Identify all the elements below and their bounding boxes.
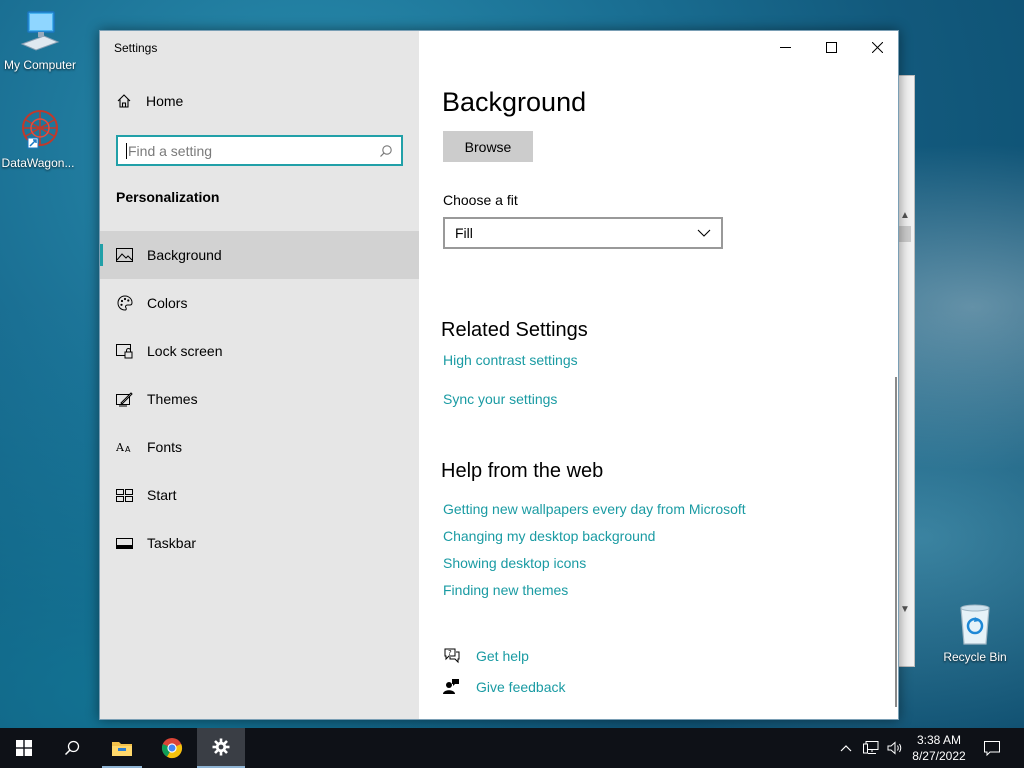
desktop-icon-label: DataWagon... <box>1 156 75 170</box>
settings-content: Background Browse Choose a fit Fill Rela… <box>419 31 898 719</box>
link-changing-desktop-background[interactable]: Changing my desktop background <box>443 528 655 544</box>
nav-list: Background Colors Lock screen Themes A A… <box>100 231 419 567</box>
themes-icon <box>116 391 133 408</box>
nav-item-label: Colors <box>147 295 188 311</box>
start-button[interactable] <box>0 728 48 768</box>
search-icon <box>64 740 80 756</box>
picture-icon <box>116 247 133 264</box>
action-center-button[interactable] <box>980 728 1004 768</box>
link-showing-desktop-icons[interactable]: Showing desktop icons <box>443 555 586 571</box>
scrollbar-thumb[interactable] <box>899 226 911 242</box>
link-sync-your-settings[interactable]: Sync your settings <box>443 391 557 407</box>
desktop-icon-label: My Computer <box>3 58 77 72</box>
palette-icon <box>116 295 133 312</box>
notification-icon <box>984 740 1000 756</box>
desktop-icon-label: Recycle Bin <box>943 650 1007 664</box>
related-settings-heading: Related Settings <box>441 319 588 341</box>
browse-button[interactable]: Browse <box>443 131 533 162</box>
nav-item-themes[interactable]: Themes <box>100 375 419 423</box>
nav-item-background[interactable]: Background <box>100 231 419 279</box>
fonts-icon: AA <box>116 439 133 456</box>
give-feedback-label: Give feedback <box>476 678 566 695</box>
recycle-bin-icon <box>960 604 990 645</box>
desktop-icon-my-computer[interactable]: My Computer <box>0 10 80 72</box>
content-scrollbar[interactable] <box>895 377 897 707</box>
nav-item-fonts[interactable]: AA Fonts <box>100 423 419 471</box>
taskbar-settings[interactable] <box>197 728 245 768</box>
search-icon[interactable] <box>379 144 393 158</box>
network-tray-icon[interactable] <box>860 728 882 768</box>
nav-item-label: Lock screen <box>147 343 223 359</box>
nav-item-colors[interactable]: Colors <box>100 279 419 327</box>
folder-icon <box>112 742 132 756</box>
clock-date: 8/27/2022 <box>912 749 966 763</box>
scroll-down-arrow-icon[interactable]: ▼ <box>900 604 910 615</box>
give-feedback-icon <box>443 679 459 694</box>
taskbar-icon <box>116 535 133 552</box>
help-from-web-heading: Help from the web <box>441 460 604 482</box>
link-new-wallpapers[interactable]: Getting new wallpapers every day from Mi… <box>443 501 746 517</box>
nav-home-label: Home <box>146 93 184 109</box>
taskbar: 3:38 AM 8/27/2022 <box>0 728 1024 768</box>
nav-item-start[interactable]: Start <box>100 471 419 519</box>
clock-time: 3:38 AM <box>916 733 962 747</box>
chrome-icon <box>161 738 183 759</box>
choose-fit-label: Choose a fit <box>443 192 518 208</box>
windows-logo-icon <box>16 740 32 756</box>
get-help-label: Get help <box>476 647 529 664</box>
chevron-down-icon <box>697 229 711 237</box>
settings-sidebar: Settings Home Personalization Background <box>100 31 419 719</box>
link-finding-new-themes[interactable]: Finding new themes <box>443 582 568 598</box>
search-input[interactable] <box>126 142 379 159</box>
section-heading: Personalization <box>116 189 220 205</box>
taskbar-search-button[interactable] <box>48 728 96 768</box>
choose-fit-dropdown[interactable]: Fill <box>443 217 723 249</box>
taskbar-chrome[interactable] <box>148 728 196 768</box>
page-title: Background <box>442 87 587 117</box>
window-title: Settings <box>114 41 158 55</box>
svg-text:?: ? <box>448 649 452 657</box>
get-help-icon: ? <box>444 648 460 664</box>
link-high-contrast-settings[interactable]: High contrast settings <box>443 352 578 368</box>
nav-item-lock-screen[interactable]: Lock screen <box>100 327 419 375</box>
nav-item-label: Start <box>147 487 177 503</box>
search-box[interactable] <box>116 135 403 166</box>
svg-text:A: A <box>116 441 125 454</box>
computer-icon <box>20 11 60 51</box>
settings-window: Settings Home Personalization Background <box>99 30 899 720</box>
chevron-up-icon <box>840 745 852 752</box>
volume-tray-icon[interactable] <box>884 728 906 768</box>
svg-text:A: A <box>125 445 131 454</box>
gear-icon <box>212 738 230 756</box>
lock-screen-icon <box>116 343 133 360</box>
network-icon <box>863 741 879 754</box>
show-hidden-icons-button[interactable] <box>836 728 856 768</box>
nav-item-label: Themes <box>147 391 198 407</box>
taskbar-clock[interactable]: 3:38 AM 8/27/2022 <box>905 732 973 764</box>
get-help-link[interactable]: ? Get help <box>443 647 529 664</box>
datawagon-icon <box>22 110 58 149</box>
nav-home[interactable]: Home <box>116 93 183 109</box>
nav-item-label: Fonts <box>147 439 183 455</box>
choose-fit-value: Fill <box>455 225 473 241</box>
taskbar-file-explorer[interactable] <box>98 728 146 768</box>
desktop-icon-datawagon[interactable]: DataWagon... <box>0 108 78 170</box>
nav-item-label: Taskbar <box>147 535 197 551</box>
nav-item-taskbar[interactable]: Taskbar <box>100 519 419 567</box>
give-feedback-link[interactable]: Give feedback <box>443 678 566 695</box>
nav-item-label: Background <box>147 247 222 263</box>
desktop-icon-recycle-bin[interactable]: Recycle Bin <box>935 602 1015 664</box>
home-icon <box>117 94 131 108</box>
start-icon <box>116 487 133 504</box>
scroll-up-arrow-icon[interactable]: ▲ <box>900 210 910 221</box>
speaker-icon <box>887 741 902 755</box>
